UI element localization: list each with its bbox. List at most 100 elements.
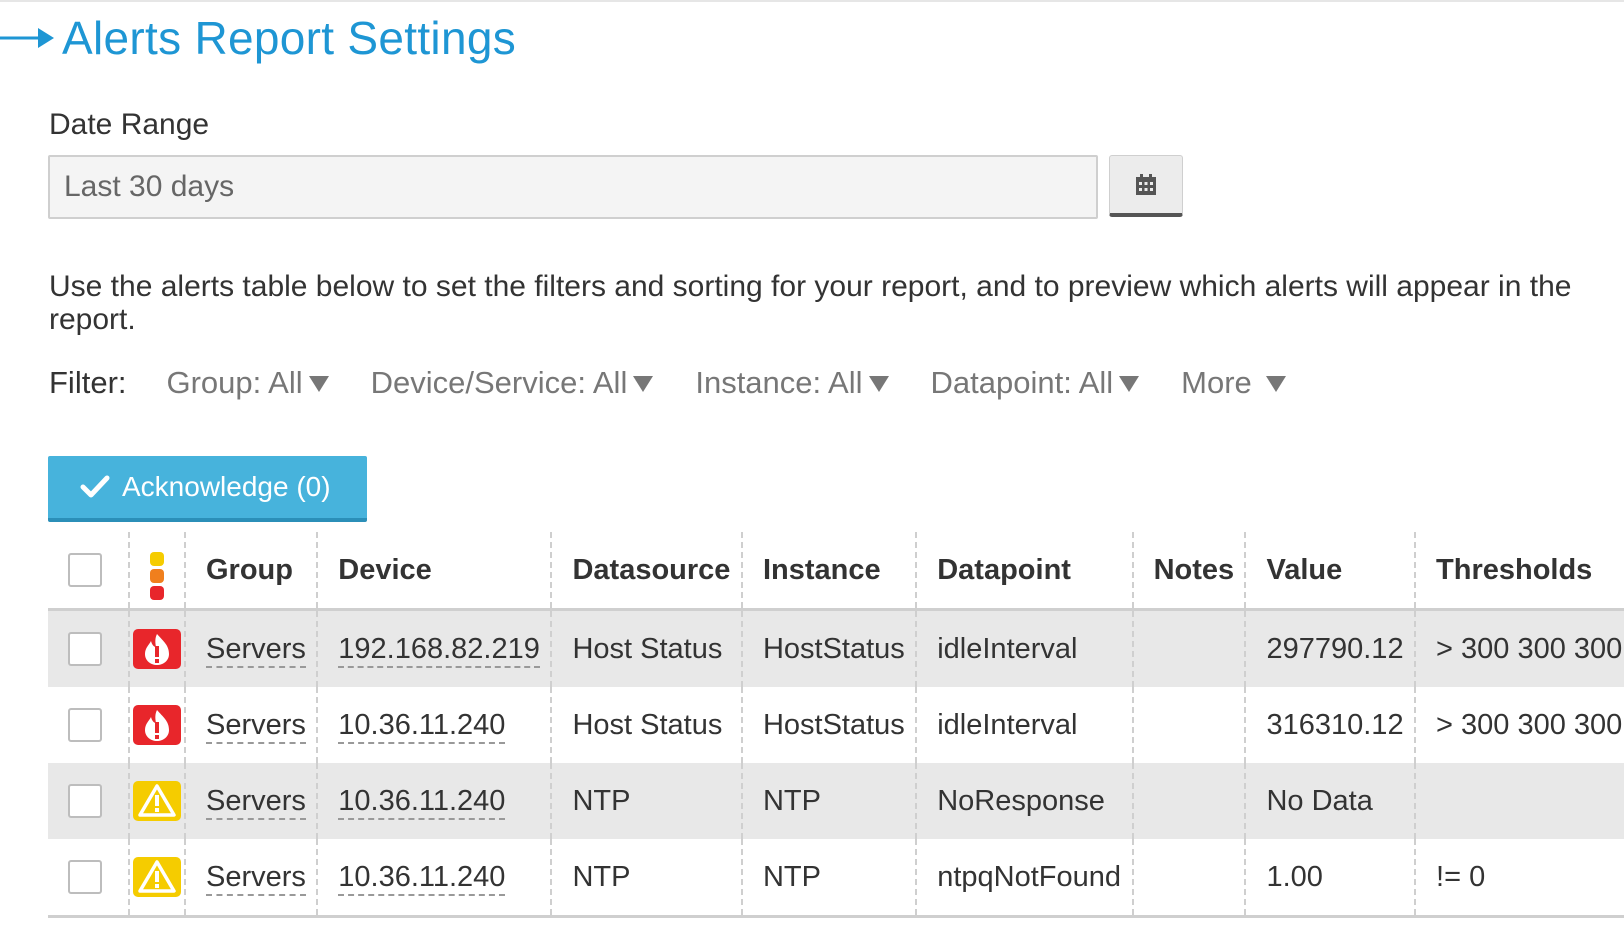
device-cell[interactable]: 10.36.11.240 <box>317 839 553 918</box>
group-link[interactable]: Servers <box>206 784 306 820</box>
severity-cell <box>129 839 186 918</box>
filter-instance-dropdown[interactable]: Instance: All <box>695 365 889 401</box>
row-checkbox[interactable] <box>68 632 102 666</box>
thresholds-cell <box>1415 763 1624 839</box>
date-range-value: Last 30 days <box>64 170 235 203</box>
row-select-cell <box>48 687 130 763</box>
warning-alert-icon <box>133 857 181 897</box>
device-link[interactable]: 192.168.82.219 <box>338 632 540 668</box>
column-header-thresholds[interactable]: Thresholds <box>1415 532 1624 611</box>
value-cell: No Data <box>1245 763 1417 839</box>
datasource-cell: Host Status <box>551 687 743 763</box>
calendar-icon <box>1136 173 1156 195</box>
instance-cell: NTP <box>741 839 918 918</box>
device-link[interactable]: 10.36.11.240 <box>338 784 506 820</box>
filter-more-label: More <box>1181 365 1252 400</box>
calendar-button[interactable] <box>1109 155 1183 217</box>
select-all-checkbox[interactable] <box>68 553 102 587</box>
device-link[interactable]: 10.36.11.240 <box>338 708 506 744</box>
table-row[interactable]: Servers 10.36.11.240 Host Status HostSta… <box>48 687 1624 763</box>
row-select-cell <box>48 839 130 918</box>
filter-device-dropdown[interactable]: Device/Service: All <box>371 365 654 401</box>
severity-cell <box>129 687 186 763</box>
column-header-device[interactable]: Device <box>317 532 553 611</box>
datapoint-cell: idleInterval <box>916 687 1134 763</box>
row-checkbox[interactable] <box>68 708 102 742</box>
row-checkbox[interactable] <box>68 784 102 818</box>
filter-more-dropdown[interactable]: More <box>1181 365 1286 401</box>
group-cell[interactable]: Servers <box>185 609 319 687</box>
severity-column-header[interactable] <box>129 532 186 611</box>
thresholds-cell: > 300 300 300 <box>1415 687 1624 763</box>
acknowledge-label: Acknowledge (0) <box>122 471 331 502</box>
filter-group-dropdown[interactable]: Group: All <box>167 365 329 401</box>
thresholds-cell: > 300 300 300 <box>1415 609 1624 687</box>
filter-datapoint-label: Datapoint: All <box>930 365 1114 400</box>
caret-down-icon <box>1119 376 1140 392</box>
datasource-cell: Host Status <box>551 609 743 687</box>
filter-label: Filter: <box>49 365 127 400</box>
page-title: Alerts Report Settings <box>62 12 517 64</box>
device-cell[interactable]: 192.168.82.219 <box>317 609 553 687</box>
row-select-cell <box>48 609 130 687</box>
caret-down-icon <box>868 376 889 392</box>
value-cell: 316310.12 <box>1245 687 1417 763</box>
device-link[interactable]: 10.36.11.240 <box>338 860 506 896</box>
column-header-value[interactable]: Value <box>1245 532 1417 611</box>
column-header-datapoint[interactable]: Datapoint <box>916 532 1134 611</box>
column-header-instance[interactable]: Instance <box>741 532 918 611</box>
notes-cell <box>1132 763 1247 839</box>
acknowledge-button[interactable]: Acknowledge (0) <box>48 456 367 522</box>
alerts-report-page: Alerts Report Settings Date Range Last 3… <box>0 0 1624 940</box>
checkmark-icon <box>80 475 110 498</box>
datapoint-cell: NoResponse <box>916 763 1134 839</box>
table-row[interactable]: Servers 192.168.82.219 Host Status HostS… <box>48 609 1624 687</box>
notes-cell <box>1132 839 1247 918</box>
group-cell[interactable]: Servers <box>185 839 319 918</box>
caret-down-icon <box>308 376 329 392</box>
filter-device-label: Device/Service: All <box>370 365 628 400</box>
column-header-group[interactable]: Group <box>185 532 319 611</box>
date-range-label: Date Range <box>49 108 210 141</box>
severity-legend-icon <box>150 551 164 600</box>
device-cell[interactable]: 10.36.11.240 <box>317 687 553 763</box>
caret-down-icon <box>1265 376 1286 392</box>
critical-alert-icon <box>133 629 181 669</box>
instance-cell: NTP <box>741 763 918 839</box>
warning-alert-icon <box>133 781 181 821</box>
arrow-right-icon <box>0 28 54 48</box>
datasource-cell: NTP <box>551 763 743 839</box>
top-divider <box>0 0 1624 2</box>
datapoint-cell: idleInterval <box>916 609 1134 687</box>
row-checkbox[interactable] <box>68 860 102 894</box>
group-link[interactable]: Servers <box>206 708 306 744</box>
filter-datapoint-dropdown[interactable]: Datapoint: All <box>931 365 1140 401</box>
instructions-text: Use the alerts table below to set the fi… <box>49 270 1572 336</box>
caret-down-icon <box>633 376 654 392</box>
column-header-notes[interactable]: Notes <box>1132 532 1247 611</box>
group-link[interactable]: Servers <box>206 860 306 896</box>
device-cell[interactable]: 10.36.11.240 <box>317 763 553 839</box>
datasource-cell: NTP <box>551 839 743 918</box>
value-cell: 1.00 <box>1245 839 1417 918</box>
severity-cell <box>129 763 186 839</box>
datapoint-cell: ntpqNotFound <box>916 839 1134 918</box>
severity-cell <box>129 609 186 687</box>
table-row[interactable]: Servers 10.36.11.240 NTP NTP ntpqNotFoun… <box>48 839 1624 918</box>
title-row: Alerts Report Settings <box>0 8 516 68</box>
date-range-input[interactable]: Last 30 days <box>48 155 1098 219</box>
filter-instance-label: Instance: All <box>695 365 863 400</box>
value-cell: 297790.12 <box>1245 609 1417 687</box>
filter-group-label: Group: All <box>166 365 303 400</box>
filter-bar: Filter: Group: All Device/Service: All I… <box>49 362 1328 404</box>
group-cell[interactable]: Servers <box>185 763 319 839</box>
table-header-row: Group Device Datasource Instance Datapoi… <box>48 532 1624 611</box>
select-all-cell <box>48 532 130 611</box>
group-cell[interactable]: Servers <box>185 687 319 763</box>
thresholds-cell: != 0 <box>1415 839 1624 918</box>
table-row[interactable]: Servers 10.36.11.240 NTP NTP NoResponse … <box>48 763 1624 839</box>
column-header-datasource[interactable]: Datasource <box>551 532 743 611</box>
critical-alert-icon <box>133 705 181 745</box>
group-link[interactable]: Servers <box>206 632 306 668</box>
notes-cell <box>1132 609 1247 687</box>
